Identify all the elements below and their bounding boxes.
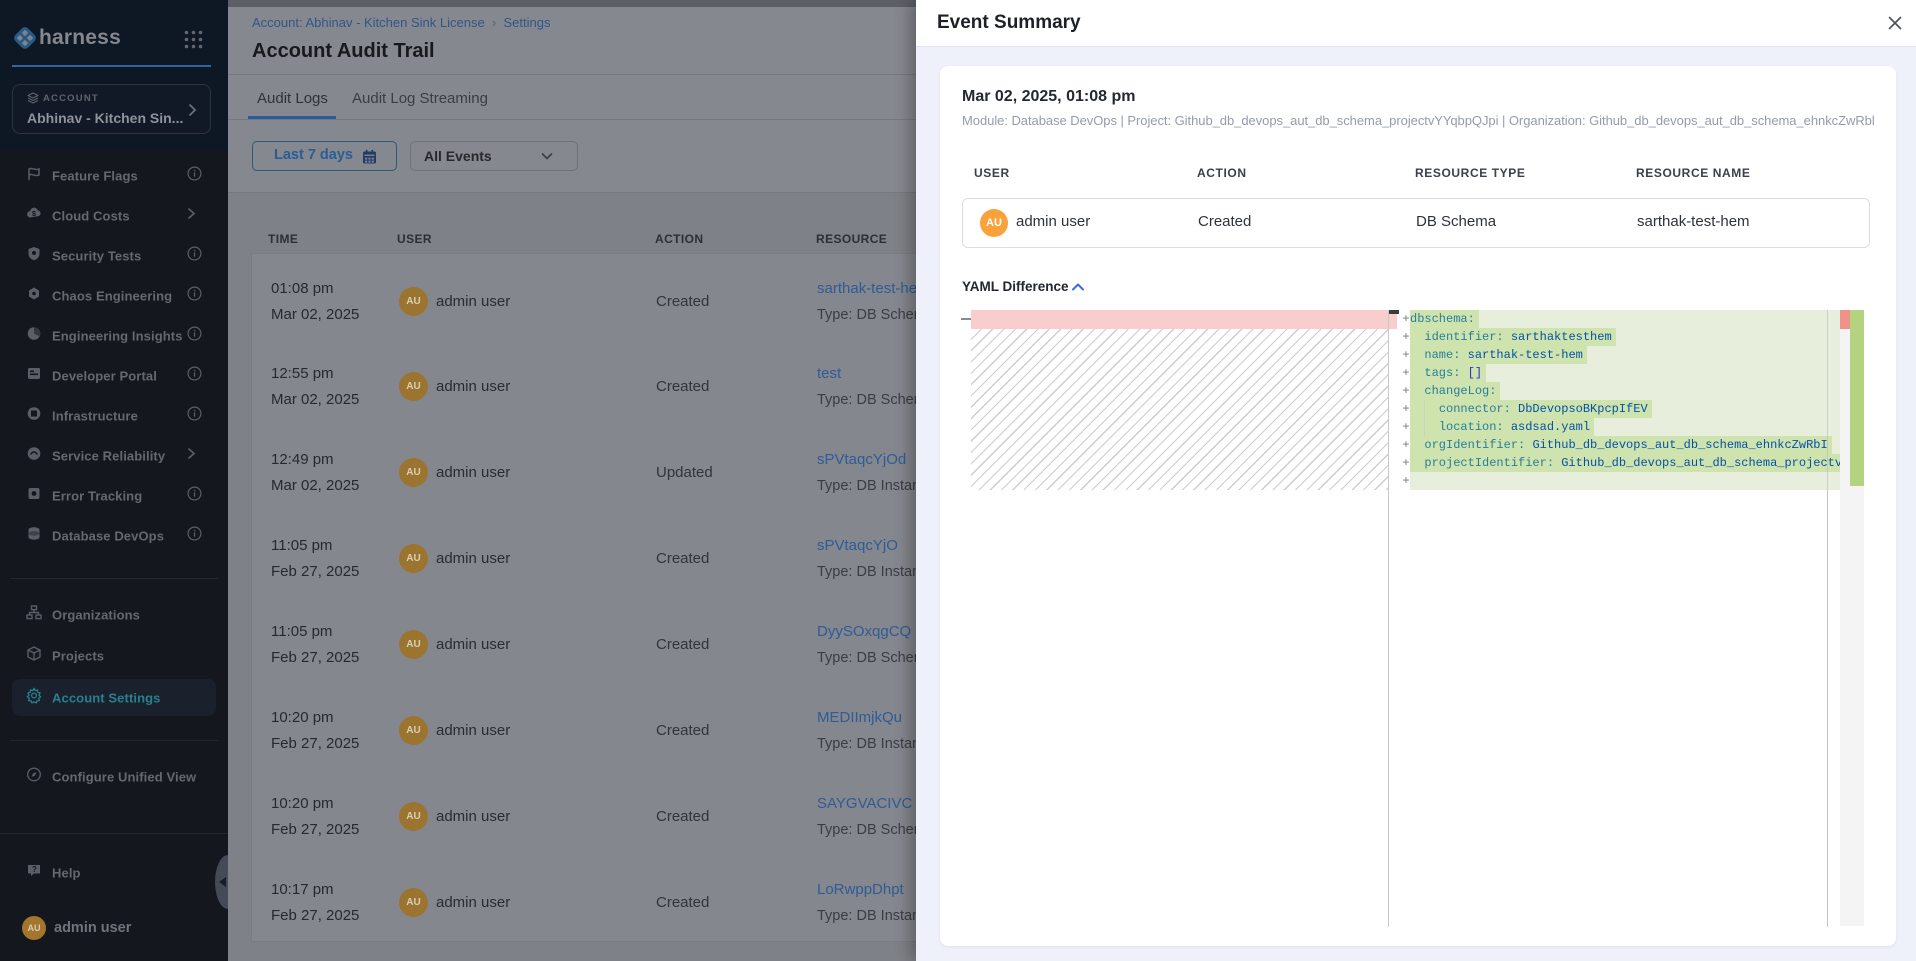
svg-text:$: $ (32, 211, 36, 218)
svg-text:?: ? (32, 865, 37, 874)
